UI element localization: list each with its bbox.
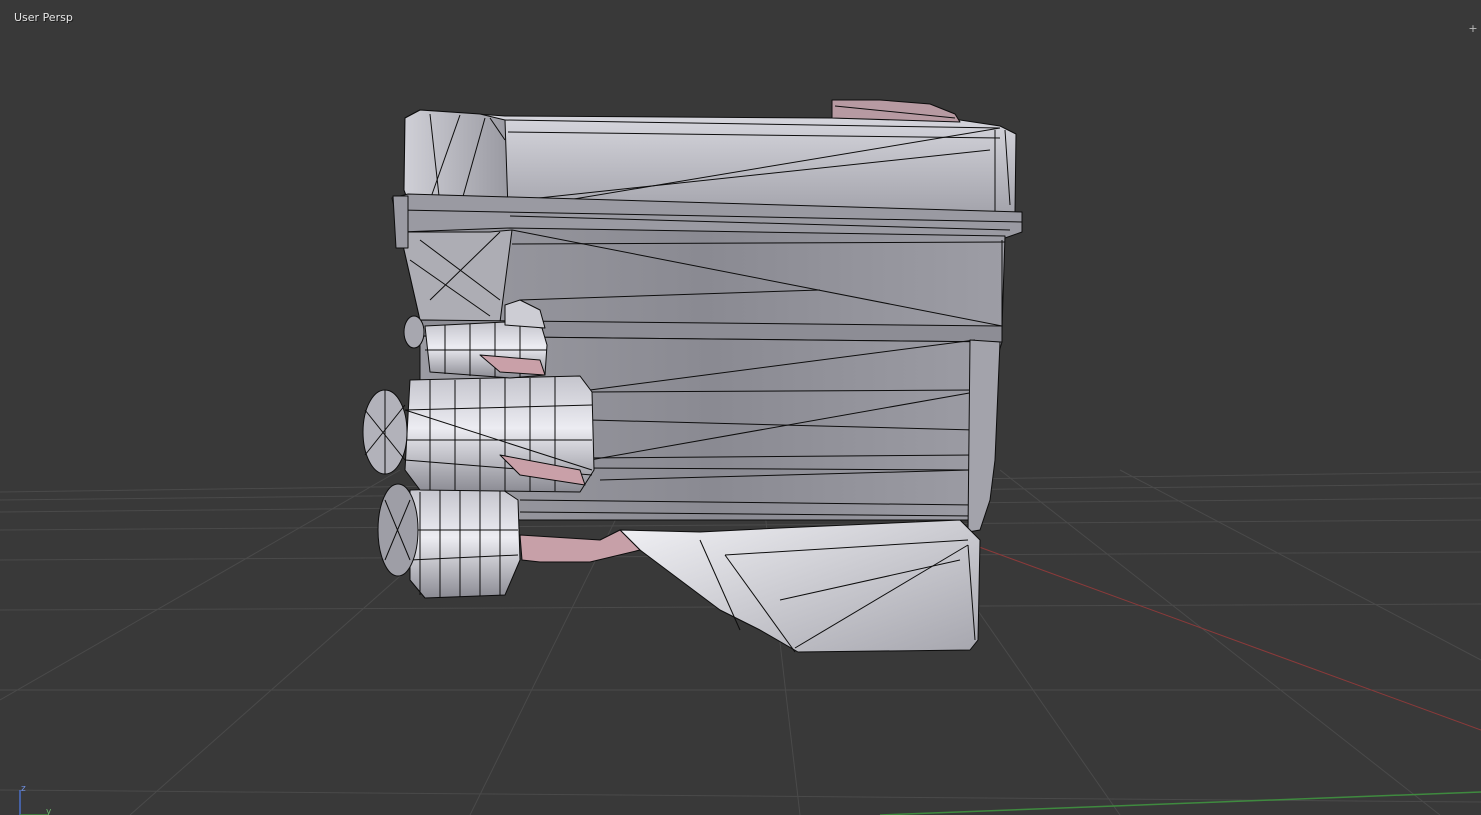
gizmo-z-label: z: [21, 784, 26, 794]
plus-icon[interactable]: +: [1467, 23, 1479, 35]
scene-canvas[interactable]: z y: [0, 0, 1481, 815]
x-axis-line: [959, 539, 1481, 731]
gizmo-y-label: y: [46, 807, 52, 815]
3d-viewport[interactable]: z y User Persp +: [0, 0, 1481, 815]
axis-gizmo: z y: [19, 784, 52, 815]
view-perspective-label: User Persp: [14, 11, 73, 24]
y-axis-line: [879, 791, 1481, 815]
engine-mesh: [362, 99, 1023, 653]
floor-grid: [0, 469, 1481, 815]
